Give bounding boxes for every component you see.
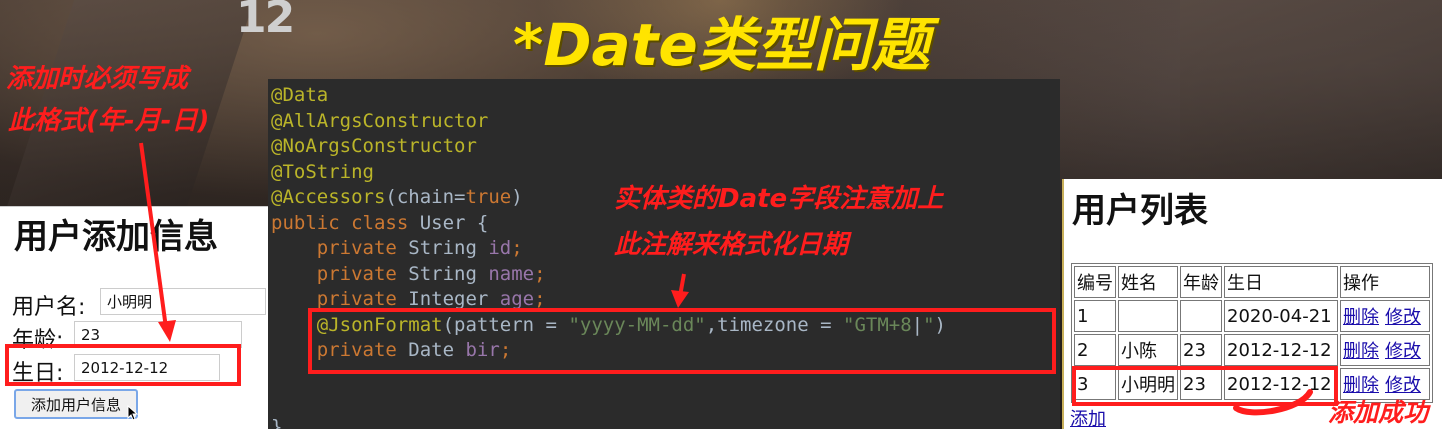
code-token: @ToString	[271, 160, 374, 183]
code-token: User {	[419, 211, 489, 234]
add-user-link[interactable]: 添加	[1070, 405, 1106, 429]
background-figure-right	[1180, 0, 1442, 180]
cell-name: 小陈	[1118, 334, 1178, 366]
table-row: 1 2020-04-21 删除 修改	[1074, 300, 1430, 332]
cell-id: 2	[1074, 334, 1116, 366]
birthday-highlight-box	[5, 344, 241, 386]
slide-background: 12 *Date类型问题 添加时必须写成 此格式(年-月-日) 用户添加信息 用…	[0, 0, 1442, 429]
cell-age: 23	[1180, 334, 1222, 366]
edit-link[interactable]: 修改	[1385, 375, 1421, 396]
new-row-highlight-box	[1072, 366, 1338, 406]
code-token: ;	[511, 237, 523, 259]
cell-id: 1	[1074, 300, 1116, 332]
code-token: name	[488, 262, 535, 285]
table-header-row: 编号 姓名 年龄 生日 操作	[1074, 266, 1430, 298]
code-token: true	[465, 186, 512, 208]
code-token: )	[511, 186, 523, 208]
delete-link[interactable]: 删除	[1343, 307, 1379, 328]
code-token: @Data	[271, 84, 329, 106]
code-token: public class	[271, 211, 420, 234]
column-header-name: 姓名	[1118, 266, 1178, 298]
add-user-button[interactable]: 添加用户信息	[14, 389, 138, 419]
mouse-cursor-icon	[127, 405, 139, 421]
code-note-line1: 实体类的Date字段注意加上	[614, 184, 944, 214]
code-token: age	[499, 288, 535, 310]
user-list-heading: 用户列表	[1072, 191, 1208, 231]
username-label: 用户名:	[12, 295, 86, 320]
add-user-form: 用户添加信息 用户名: 年龄: 生日: 添加用户信息	[0, 206, 270, 429]
cell-birthday: 2012-12-12	[1224, 334, 1338, 366]
code-note-line2: 此注解来格式化日期	[614, 230, 849, 260]
success-note: 添加成功	[1328, 398, 1429, 427]
code-line: @AllArgsConstructor	[271, 110, 488, 132]
cell-birthday: 2020-04-21	[1224, 300, 1338, 332]
column-header-age: 年龄	[1180, 266, 1222, 298]
edit-link[interactable]: 修改	[1385, 307, 1421, 328]
code-token: private	[271, 237, 409, 259]
code-line: }	[271, 416, 282, 429]
column-header-id: 编号	[1074, 266, 1116, 298]
code-token: ;	[534, 288, 546, 310]
code-line: private String id;	[271, 237, 523, 259]
code-token: Integer	[408, 288, 500, 310]
delete-link[interactable]: 删除	[1343, 375, 1379, 396]
column-header-actions: 操作	[1340, 266, 1430, 298]
code-line: private Integer age;	[271, 288, 546, 310]
code-token: String	[408, 262, 489, 285]
code-line: @NoArgsConstructor	[271, 135, 477, 157]
cell-age	[1180, 300, 1222, 332]
code-token: @AllArgsConstructor	[271, 109, 489, 132]
code-token: private	[271, 288, 409, 310]
code-token: }	[271, 415, 283, 429]
column-header-birthday: 生日	[1224, 266, 1338, 298]
code-token: id	[488, 237, 512, 259]
code-token: private	[271, 262, 409, 285]
slide-title: *Date类型问题	[513, 11, 930, 79]
code-token: (chain=	[385, 186, 466, 208]
cell-actions: 删除 修改	[1340, 334, 1430, 366]
delete-link[interactable]: 删除	[1343, 341, 1379, 362]
code-line: private String name;	[271, 263, 546, 285]
form-note-line1: 添加时必须写成	[6, 64, 189, 94]
form-note-line2: 此格式(年-月-日)	[8, 106, 210, 136]
form-heading: 用户添加信息	[14, 217, 218, 257]
code-token: @NoArgsConstructor	[271, 135, 477, 157]
code-token: ;	[534, 262, 546, 285]
code-token: @Accessors	[271, 186, 386, 208]
code-line: @Data	[271, 84, 328, 106]
jsonformat-highlight-box	[308, 308, 1056, 374]
code-token: String	[408, 237, 489, 259]
code-line: @ToString	[271, 161, 374, 183]
code-line: public class User {	[271, 212, 488, 234]
table-row: 2 小陈 23 2012-12-12 删除 修改	[1074, 334, 1430, 366]
code-line: @Accessors(chain=true)	[271, 186, 523, 208]
username-input[interactable]	[100, 288, 266, 315]
cell-name	[1118, 300, 1178, 332]
edit-link[interactable]: 修改	[1385, 341, 1421, 362]
cell-actions: 删除 修改	[1340, 300, 1430, 332]
page-number: 12	[236, 0, 295, 43]
